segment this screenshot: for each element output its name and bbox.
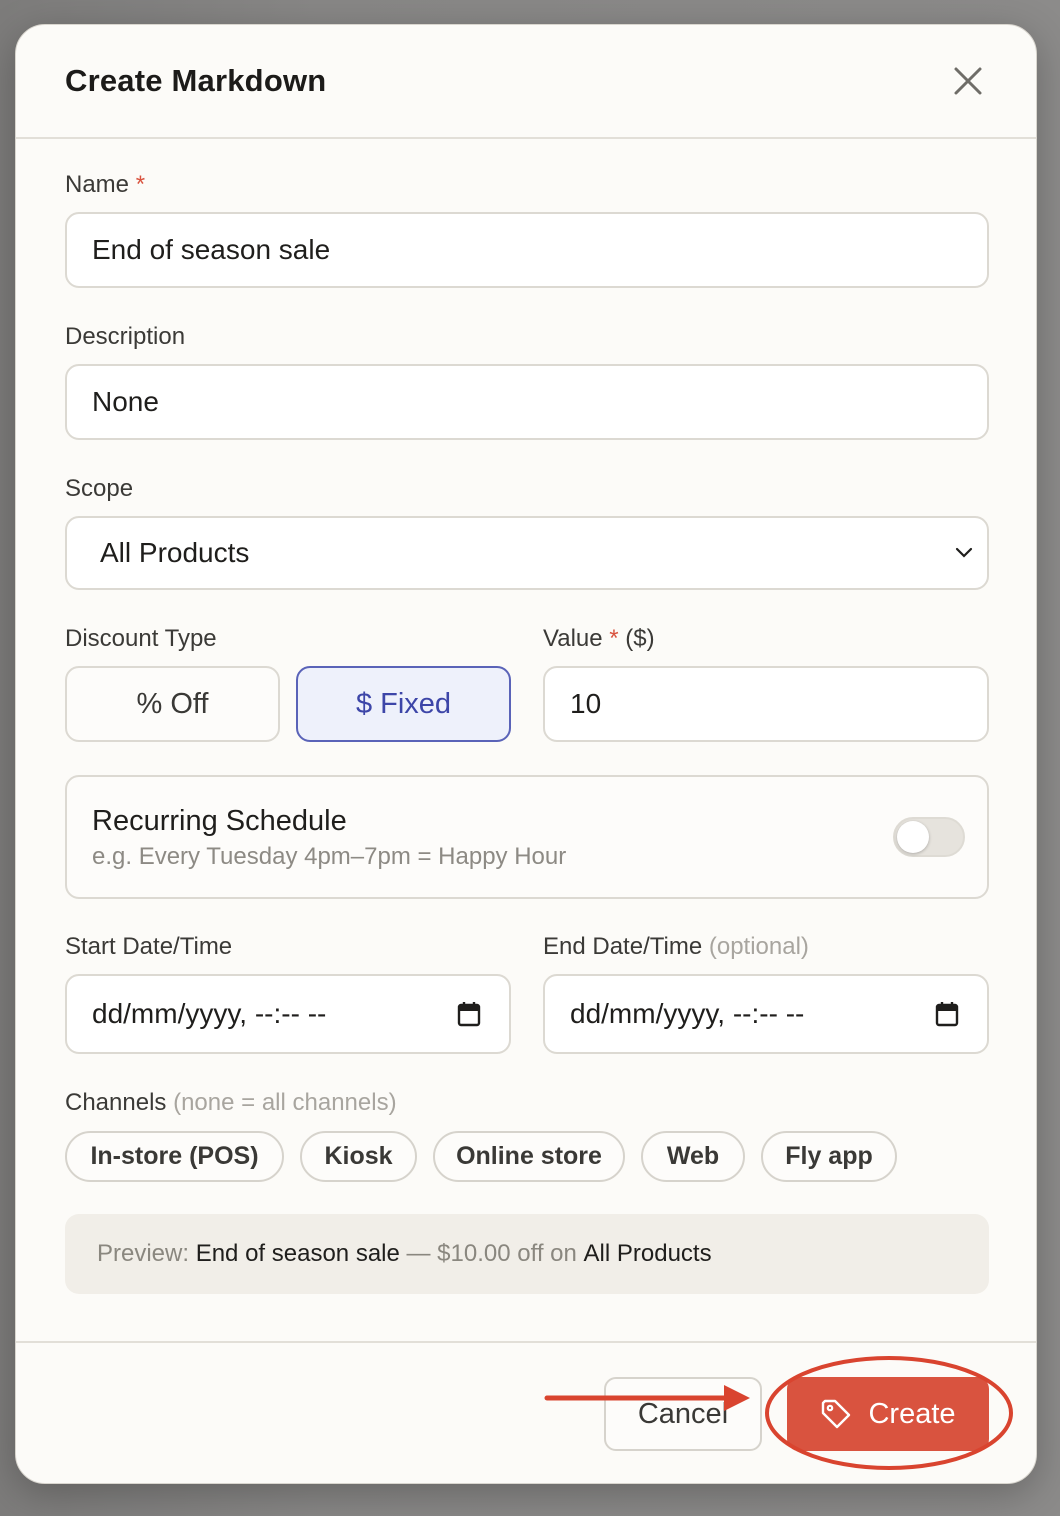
footer-divider	[16, 1341, 1036, 1343]
cancel-button-label: Cancel	[637, 1397, 729, 1430]
preview-name: End of season sale	[195, 1240, 400, 1267]
recurring-title: Recurring Schedule	[92, 805, 347, 837]
discount-fixed-label: $ Fixed	[355, 687, 452, 720]
name-label-text: Name	[65, 171, 130, 198]
channels-label-text: Channels	[65, 1089, 167, 1116]
scope-selected-value: All Products	[100, 537, 250, 568]
channel-chip-kiosk[interactable]: Kiosk	[300, 1131, 417, 1182]
optional-hint: (optional)	[708, 933, 809, 960]
end-datetime-input[interactable]: dd/mm/yyyy, --:-- --	[543, 974, 989, 1054]
channels-hint: (none = all channels)	[173, 1089, 397, 1116]
cancel-button[interactable]: Cancel	[604, 1377, 762, 1451]
discount-percent-off-button[interactable]: % Off	[65, 666, 280, 742]
discount-type-label: Discount Type	[65, 625, 217, 652]
close-button[interactable]	[952, 65, 984, 97]
preview-middle: — $10.00 off on	[406, 1240, 577, 1267]
preview-prefix: Preview:	[97, 1240, 190, 1267]
discount-percent-off-label: % Off	[136, 687, 209, 720]
preview-scope: All Products	[583, 1240, 712, 1267]
channel-chip-label: Fly app	[785, 1142, 873, 1170]
name-input-value: End of season sale	[92, 234, 331, 265]
description-label: Description	[65, 323, 186, 350]
start-datetime-input[interactable]: dd/mm/yyyy, --:-- --	[65, 974, 511, 1054]
recurring-toggle[interactable]	[893, 817, 965, 857]
chevron-down-icon	[955, 547, 973, 558]
channel-chip-in-store[interactable]: In-store (POS)	[65, 1131, 284, 1182]
dialog-title: Create Markdown	[65, 63, 327, 98]
end-datetime-label-text: End Date/Time	[543, 933, 703, 960]
start-datetime-placeholder: dd/mm/yyyy, --:-- --	[92, 998, 327, 1029]
channel-chip-web[interactable]: Web	[641, 1131, 745, 1182]
tag-icon	[822, 1399, 851, 1429]
calendar-icon[interactable]	[457, 1001, 481, 1027]
channel-chip-fly-app[interactable]: Fly app	[761, 1131, 897, 1182]
calendar-icon[interactable]	[935, 1001, 959, 1027]
description-input[interactable]: None	[65, 364, 989, 440]
value-label-text: Value	[543, 625, 603, 652]
end-datetime-label: End Date/Time (optional)	[543, 933, 809, 961]
value-input-value: 10	[570, 688, 602, 719]
value-unit: ($)	[625, 625, 655, 652]
dialog-header: Create Markdown	[16, 25, 1036, 139]
channel-chip-label: Kiosk	[324, 1142, 393, 1170]
markdown-preview: Preview: End of season sale — $10.00 off…	[65, 1214, 989, 1294]
create-button-label: Create	[868, 1397, 956, 1430]
scope-label: Scope	[65, 475, 134, 502]
channels-label: Channels (none = all channels)	[65, 1089, 397, 1117]
required-mark: *	[609, 625, 619, 652]
required-mark: *	[135, 171, 146, 198]
value-input[interactable]: 10	[543, 666, 989, 742]
channel-chip-label: In-store (POS)	[90, 1142, 259, 1170]
toggle-knob	[897, 821, 929, 853]
channel-chip-label: Web	[666, 1142, 720, 1170]
scope-select[interactable]: All Products	[65, 516, 989, 590]
channel-chip-label: Online store	[456, 1142, 602, 1170]
discount-fixed-button[interactable]: $ Fixed	[296, 666, 511, 742]
recurring-schedule-card: Recurring Schedule e.g. Every Tuesday 4p…	[65, 775, 989, 899]
description-input-value: None	[92, 386, 159, 417]
close-icon	[954, 67, 982, 95]
name-label: Name *	[65, 171, 145, 199]
channel-chip-online-store[interactable]: Online store	[433, 1131, 625, 1182]
recurring-subtitle: e.g. Every Tuesday 4pm–7pm = Happy Hour	[92, 843, 567, 870]
name-input[interactable]: End of season sale	[65, 212, 989, 288]
create-button[interactable]: Create	[787, 1377, 989, 1451]
start-datetime-label: Start Date/Time	[65, 933, 233, 960]
create-markdown-dialog: Create Markdown Name * End of season sal…	[15, 24, 1037, 1484]
value-label: Value * ($)	[543, 625, 655, 653]
end-datetime-placeholder: dd/mm/yyyy, --:-- --	[570, 998, 805, 1029]
